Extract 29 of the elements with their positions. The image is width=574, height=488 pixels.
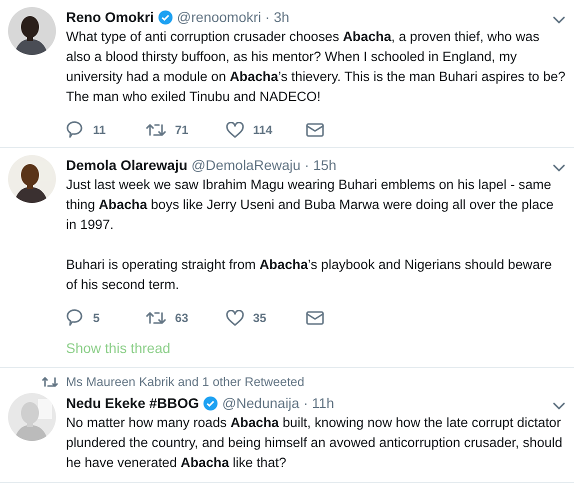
tweet-text: No matter how many roads Abacha built, knowing now how the late corrupt dictator plundered the country, and being himself an avowed anticorruption crusader, should he have venerated Abacha like that? [66, 414, 564, 472]
retweet-count: 63 [175, 310, 188, 324]
tweet-time[interactable]: · 3h [265, 8, 290, 26]
tweet-text: Buhari is operating straight from Abacha’s playbook and Nigerians should beware of his second term. [66, 256, 553, 294]
like-count: 114 [253, 122, 272, 136]
tweet-text: Just last week we saw Ibrahim Magu wearing Buhari emblems on his lapel - same thing Abacha boys like Jerry Useni and Buba Marwa were doing all over the place in 1997. [66, 176, 555, 234]
tweet-text: What type of anti corruption crusader chooses Abacha, a proven thief, who was also a blood thirsty buffoon, as his mentor? When I schooled in England, my university had a module on Abacha’s thievery. This is the man Buhari aspires to be? The man who exiled Tinubu and NADECO! [66, 28, 566, 106]
retweet-icon[interactable] [146, 122, 166, 138]
user-handle[interactable]: @renoomokri [176, 8, 262, 26]
user-handle[interactable]: @DemolaRewaju [191, 156, 301, 174]
heart-icon[interactable] [226, 310, 244, 326]
retweet-count: 71 [175, 122, 188, 136]
envelope-icon[interactable] [306, 310, 324, 324]
retweet-icon[interactable] [146, 310, 166, 326]
user-handle[interactable]: @Nedunaija [222, 394, 300, 412]
reply-count: 5 [93, 310, 100, 324]
reply-icon[interactable] [66, 309, 84, 326]
user-name[interactable]: Reno Omokri [66, 8, 154, 26]
envelope-icon[interactable] [306, 122, 324, 136]
tweet-time[interactable]: · 11h [303, 394, 334, 412]
like-count: 35 [253, 310, 266, 324]
retweeted-by-text: Ms Maureen Kabrik and 1 other Retweeted [66, 375, 304, 389]
heart-icon[interactable] [226, 122, 244, 138]
user-name[interactable]: Demola Olarewaju [66, 156, 188, 174]
retweet-icon [42, 376, 58, 388]
reply-icon[interactable] [66, 121, 84, 138]
reply-count: 11 [93, 122, 106, 136]
tweet-time[interactable]: · 15h [304, 156, 336, 174]
user-name[interactable]: Nedu Ekeke #BBOG [66, 394, 200, 412]
